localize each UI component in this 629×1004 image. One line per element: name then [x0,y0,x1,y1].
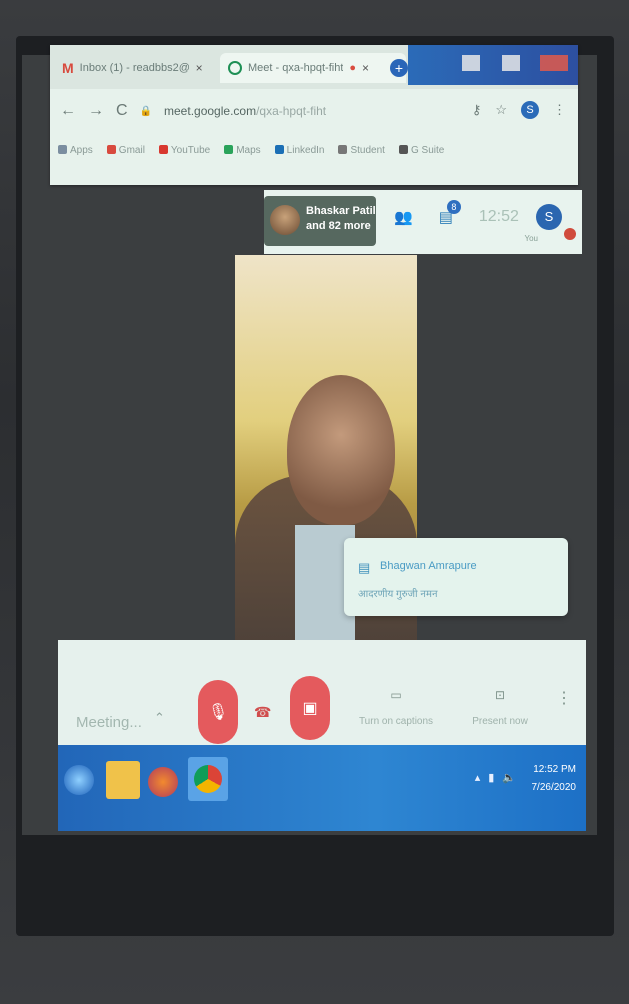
network-icon[interactable]: ▮ [488,771,494,784]
participants-summary: Bhaskar Patil and 82 more [306,205,376,232]
url-host: meet.google.com [164,104,257,118]
browser-toolbar: ← → C 🔒 meet.google.com/qxa-hpqt-fiht ⚷ … [50,93,578,129]
chat-icon[interactable]: ▤ 8 [439,200,461,226]
present-now-button[interactable]: ⊡ Present now [460,688,540,727]
maps-icon [224,145,234,155]
meeting-time: 12:52 [478,208,519,225]
captions-icon: ▭ [390,688,402,702]
present-icon: ⊡ [494,688,506,702]
meet-icon [228,61,242,75]
gmail-icon: M [62,60,74,76]
chat-message: आदरणीय गुरुजी नमन [358,589,438,600]
bookmark-item[interactable]: G Suite [398,145,444,156]
camera-off-button[interactable]: ▣ [290,676,330,740]
address-bar[interactable]: meet.google.com/qxa-hpqt-fiht [164,104,326,118]
profile-avatar[interactable]: S [521,101,539,119]
start-button[interactable] [64,765,94,795]
mic-off-icon: 🎙 [207,704,229,721]
self-label: You [524,234,539,243]
tab-title: Meet - qxa-hpqt-fiht [248,62,344,74]
bookmark-item[interactable]: YouTube [158,145,210,156]
bookmark-item[interactable]: Gmail [106,145,145,156]
close-tab-icon[interactable]: × [362,61,369,75]
taskbar-clock[interactable]: 12:52 PM 7/26/2020 [532,761,577,797]
window-controls [408,45,578,85]
camera-off-icon: ▣ [302,700,318,717]
chat-sender: Bhagwan Amrapure [380,560,477,572]
minimize-button[interactable] [462,55,480,71]
self-avatar[interactable]: S [536,204,562,230]
meet-header: Bhaskar Patil and 82 more 👥 ▤ 8 12:52 S Y… [264,190,582,254]
bookmark-item[interactable]: Apps [58,145,93,156]
bookmark-item[interactable]: LinkedIn [274,145,324,156]
forward-button[interactable]: → [88,102,104,120]
chat-count-badge: 8 [446,200,461,214]
system-tray: ▴ ▮ 🔈 [475,771,516,784]
menu-icon[interactable]: ⋮ [553,102,566,118]
key-icon[interactable]: ⚷ [472,102,482,118]
tab-gmail[interactable]: M Inbox (1) - readbbs2@sis.co.in × [54,53,220,83]
gmail-icon [106,145,116,155]
globe-icon [398,145,408,155]
new-tab-button[interactable]: + [390,59,408,77]
chat-icon: ▤ [358,560,371,575]
linkedin-icon [274,145,284,155]
tray-arrow-icon[interactable]: ▴ [475,771,481,784]
people-icon[interactable]: 👥 [394,208,413,226]
bookmark-item[interactable]: Maps [224,145,261,156]
youtube-icon [158,145,168,155]
firefox-icon[interactable] [148,767,178,797]
close-window-button[interactable] [540,55,568,71]
avatar [270,205,300,235]
taskbar-time: 12:52 PM [533,764,576,775]
more-options-icon[interactable]: ⋮ [556,688,572,708]
taskbar: ▴ ▮ 🔈 12:52 PM 7/26/2020 [58,745,586,831]
captions-label: Turn on captions [358,716,434,727]
back-button[interactable]: ← [60,102,76,120]
bookmark-item[interactable]: Student [338,145,385,156]
apps-icon [58,145,67,155]
recording-icon: ● [349,62,357,74]
url-path: /qxa-hpqt-fiht [256,104,327,118]
present-label: Present now [472,716,528,727]
file-explorer-icon[interactable] [106,761,140,799]
volume-icon[interactable]: 🔈 [502,771,516,784]
bookmarks-bar: Apps Gmail YouTube Maps LinkedIn Student… [50,137,578,163]
participants-card[interactable]: Bhaskar Patil and 82 more [264,196,376,246]
close-tab-icon[interactable]: × [196,61,203,75]
recording-indicator [564,228,576,240]
chevron-up-icon[interactable]: ⌃ [154,710,165,726]
tab-strip: M Inbox (1) - readbbs2@sis.co.in × Meet … [50,45,578,89]
reload-button[interactable]: C [116,102,128,120]
browser-window: M Inbox (1) - readbbs2@sis.co.in × Meet … [50,45,578,185]
globe-icon [338,145,348,155]
tab-title: Inbox (1) - readbbs2@sis.co.in [79,62,190,74]
lock-icon: 🔒 [139,105,153,117]
maximize-button[interactable] [502,55,520,71]
hangup-button[interactable]: ☎ [254,704,271,721]
chrome-icon[interactable] [188,757,228,801]
tab-meet[interactable]: Meet - qxa-hpqt-fiht ● × [220,53,406,83]
star-icon[interactable]: ☆ [495,102,507,118]
mic-off-button[interactable]: 🎙 [198,680,238,744]
meeting-details-button[interactable]: Meeting... [76,714,142,731]
taskbar-date: 7/26/2020 [531,782,577,793]
chat-notification[interactable]: ▤ Bhagwan Amrapure आदरणीय गुरुजी नमन [344,538,568,616]
speaker-head [287,375,395,525]
captions-button[interactable]: ▭ Turn on captions [356,688,436,727]
